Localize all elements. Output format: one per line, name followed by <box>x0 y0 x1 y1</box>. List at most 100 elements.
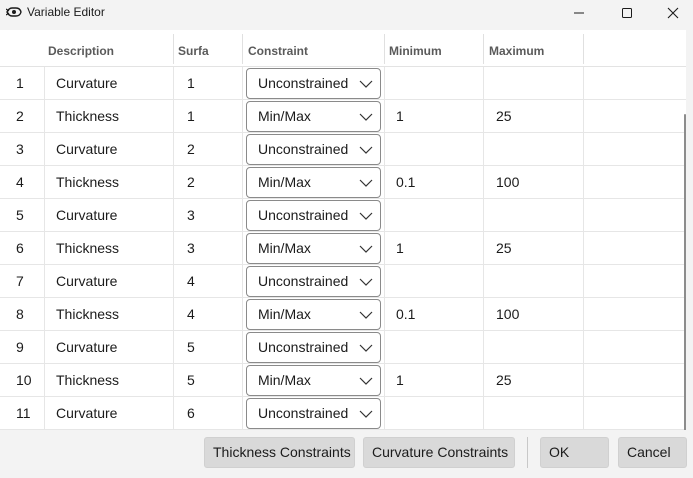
vertical-scrollbar[interactable] <box>684 114 686 430</box>
constraint-dropdown[interactable]: Min/Max <box>246 101 381 132</box>
thickness-constraints-button[interactable]: Thickness Constraints <box>204 437 355 468</box>
table-row[interactable]: 5 Curvature 3 Unconstrained <box>0 199 686 232</box>
curvature-constraints-button[interactable]: Curvature Constraints <box>363 437 515 468</box>
row-index[interactable]: 7 <box>16 265 44 298</box>
constraint-dropdown[interactable]: Min/Max <box>246 299 381 330</box>
maximum-cell[interactable] <box>496 331 576 364</box>
surface-cell[interactable]: 4 <box>187 265 227 298</box>
constraint-dropdown[interactable]: Unconstrained <box>246 68 381 99</box>
table-row[interactable]: 4 Thickness 2 Min/Max 0.1 100 <box>0 166 686 199</box>
cell-divider <box>44 298 45 331</box>
maximum-cell[interactable] <box>496 397 576 430</box>
description-cell[interactable]: Thickness <box>56 166 171 199</box>
minimum-cell[interactable]: 1 <box>396 232 476 265</box>
surface-cell[interactable]: 6 <box>187 397 227 430</box>
surface-cell[interactable]: 4 <box>187 298 227 331</box>
cell-divider <box>44 265 45 298</box>
maximum-cell[interactable]: 25 <box>496 100 576 133</box>
row-index[interactable]: 4 <box>16 166 44 199</box>
constraint-dropdown[interactable]: Unconstrained <box>246 398 381 429</box>
maximum-cell[interactable]: 25 <box>496 232 576 265</box>
button-separator <box>527 437 528 468</box>
cell-divider <box>173 364 174 397</box>
description-cell[interactable]: Thickness <box>56 298 171 331</box>
minimum-cell[interactable] <box>396 265 476 298</box>
table-row[interactable]: 3 Curvature 2 Unconstrained <box>0 133 686 166</box>
maximum-cell[interactable]: 100 <box>496 166 576 199</box>
constraint-dropdown[interactable]: Unconstrained <box>246 200 381 231</box>
row-index[interactable]: 8 <box>16 298 44 331</box>
column-divider[interactable] <box>583 34 584 64</box>
description-cell[interactable]: Curvature <box>56 199 171 232</box>
variable-grid[interactable]: Description Surfa Constraint Minimum Max… <box>0 30 686 430</box>
column-divider[interactable] <box>483 34 484 64</box>
description-cell[interactable]: Curvature <box>56 67 171 100</box>
surface-cell[interactable]: 5 <box>187 331 227 364</box>
minimum-cell[interactable] <box>396 133 476 166</box>
column-header-description[interactable]: Description <box>44 30 174 67</box>
surface-cell[interactable]: 1 <box>187 67 227 100</box>
surface-cell[interactable]: 5 <box>187 364 227 397</box>
constraint-dropdown[interactable]: Min/Max <box>246 365 381 396</box>
maximum-cell[interactable] <box>496 265 576 298</box>
description-cell[interactable]: Thickness <box>56 364 171 397</box>
description-cell[interactable]: Thickness <box>56 232 171 265</box>
column-header-surface[interactable]: Surfa <box>174 30 242 67</box>
row-index[interactable]: 5 <box>16 199 44 232</box>
surface-cell[interactable]: 2 <box>187 166 227 199</box>
minimum-cell[interactable]: 0.1 <box>396 298 476 331</box>
close-button[interactable] <box>650 0 693 26</box>
constraint-dropdown[interactable]: Unconstrained <box>246 266 381 297</box>
maximum-cell[interactable] <box>496 67 576 100</box>
column-header-maximum[interactable]: Maximum <box>485 30 583 67</box>
table-row[interactable]: 2 Thickness 1 Min/Max 1 25 <box>0 100 686 133</box>
table-row[interactable]: 11 Curvature 6 Unconstrained <box>0 397 686 430</box>
maximum-cell[interactable] <box>496 133 576 166</box>
constraint-dropdown[interactable]: Unconstrained <box>246 134 381 165</box>
constraint-value: Min/Max <box>258 240 311 256</box>
column-header-minimum[interactable]: Minimum <box>385 30 483 67</box>
surface-cell[interactable]: 3 <box>187 232 227 265</box>
cell-divider <box>583 298 584 331</box>
column-divider[interactable] <box>242 34 243 64</box>
table-row[interactable]: 8 Thickness 4 Min/Max 0.1 100 <box>0 298 686 331</box>
table-row[interactable]: 6 Thickness 3 Min/Max 1 25 <box>0 232 686 265</box>
description-cell[interactable]: Curvature <box>56 397 171 430</box>
cancel-button[interactable]: Cancel <box>618 437 687 468</box>
maximize-button[interactable] <box>604 0 650 26</box>
table-row[interactable]: 10 Thickness 5 Min/Max 1 25 <box>0 364 686 397</box>
constraint-dropdown[interactable]: Min/Max <box>246 233 381 264</box>
table-row[interactable]: 7 Curvature 4 Unconstrained <box>0 265 686 298</box>
constraint-dropdown[interactable]: Min/Max <box>246 167 381 198</box>
minimum-cell[interactable]: 0.1 <box>396 166 476 199</box>
description-cell[interactable]: Curvature <box>56 331 171 364</box>
description-cell[interactable]: Thickness <box>56 100 171 133</box>
minimum-cell[interactable] <box>396 67 476 100</box>
row-index[interactable]: 6 <box>16 232 44 265</box>
row-index[interactable]: 10 <box>16 364 44 397</box>
ok-button[interactable]: OK <box>540 437 609 468</box>
row-index[interactable]: 9 <box>16 331 44 364</box>
column-header-constraint[interactable]: Constraint <box>244 30 384 67</box>
minimum-cell[interactable] <box>396 331 476 364</box>
minimum-cell[interactable] <box>396 199 476 232</box>
minimum-cell[interactable]: 1 <box>396 364 476 397</box>
surface-cell[interactable]: 2 <box>187 133 227 166</box>
minimum-cell[interactable] <box>396 397 476 430</box>
row-index[interactable]: 2 <box>16 100 44 133</box>
minimize-button[interactable] <box>556 0 602 26</box>
constraint-dropdown[interactable]: Unconstrained <box>246 332 381 363</box>
table-row[interactable]: 9 Curvature 5 Unconstrained <box>0 331 686 364</box>
row-index[interactable]: 11 <box>16 397 44 430</box>
description-cell[interactable]: Curvature <box>56 133 171 166</box>
surface-cell[interactable]: 1 <box>187 100 227 133</box>
maximum-cell[interactable]: 100 <box>496 298 576 331</box>
minimum-cell[interactable]: 1 <box>396 100 476 133</box>
description-cell[interactable]: Curvature <box>56 265 171 298</box>
row-index[interactable]: 1 <box>16 67 44 100</box>
maximum-cell[interactable] <box>496 199 576 232</box>
table-row[interactable]: 1 Curvature 1 Unconstrained <box>0 67 686 100</box>
maximum-cell[interactable]: 25 <box>496 364 576 397</box>
row-index[interactable]: 3 <box>16 133 44 166</box>
surface-cell[interactable]: 3 <box>187 199 227 232</box>
